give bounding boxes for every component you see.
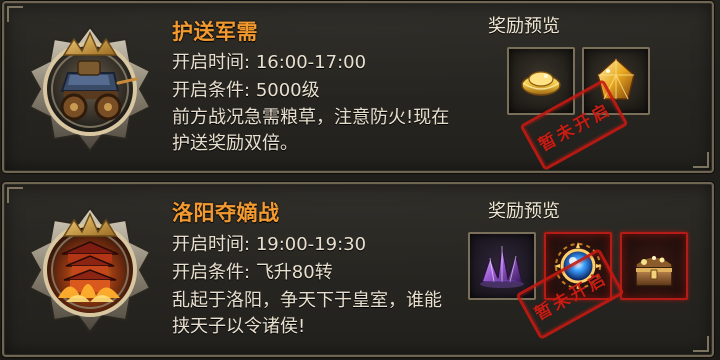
reward-slot-treasure-chest[interactable] [620, 232, 688, 300]
open-time-value: 16:00-17:00 [255, 52, 367, 73]
condition-value: 飞升80转 [255, 262, 333, 283]
rewards-preview-title: 奖励预览 [488, 16, 560, 37]
open-time-row: 开启时间: 16:00-17:00 [172, 51, 366, 75]
reward-slot-purple-crystal[interactable] [468, 232, 536, 300]
event-description: 乱起于洛阳，争天下于皇室，谁能挟天子以令诸侯! [172, 290, 442, 337]
rewards-preview-title: 奖励预览 [488, 201, 560, 222]
condition-row: 开启条件: 飞升80转 [172, 261, 333, 285]
treasure-chest-icon [635, 256, 673, 287]
reward-slot-gold-ingot[interactable] [507, 47, 575, 115]
purple-crystal-icon [480, 245, 524, 288]
event-title: 护送军需 [172, 20, 258, 44]
luoyang-palace-emblem-icon [22, 202, 158, 338]
event-card-luoyang-war[interactable]: 洛阳夺嫡战 开启时间: 19:00-19:30 开启条件: 飞升80转 乱起于洛… [2, 182, 714, 357]
event-panel: 护送军需 开启时间: 16:00-17:00 开启条件: 5000级 前方战况急… [0, 0, 720, 360]
event-title: 洛阳夺嫡战 [172, 201, 280, 225]
reward-slot-blue-orb[interactable] [544, 232, 612, 300]
open-time-row: 开启时间: 19:00-19:30 [172, 233, 366, 257]
open-time-value: 19:00-19:30 [255, 234, 367, 255]
open-time-label: 开启时间: [172, 234, 251, 255]
condition-value: 5000级 [255, 80, 320, 101]
condition-row: 开启条件: 5000级 [172, 79, 320, 103]
condition-label: 开启条件: [172, 80, 251, 101]
blue-orb-icon [554, 242, 602, 290]
open-time-label: 开启时间: [172, 52, 251, 73]
gold-ingot-icon [521, 71, 561, 96]
gold-crystal-icon [597, 57, 635, 100]
reward-slot-gold-crystal[interactable] [582, 47, 650, 115]
escort-cart-emblem-icon [22, 21, 158, 157]
event-card-escort-supplies[interactable]: 护送军需 开启时间: 16:00-17:00 开启条件: 5000级 前方战况急… [2, 1, 714, 173]
condition-label: 开启条件: [172, 262, 251, 283]
event-description: 前方战况急需粮草，注意防火!现在护送奖励双倍。 [172, 107, 450, 154]
